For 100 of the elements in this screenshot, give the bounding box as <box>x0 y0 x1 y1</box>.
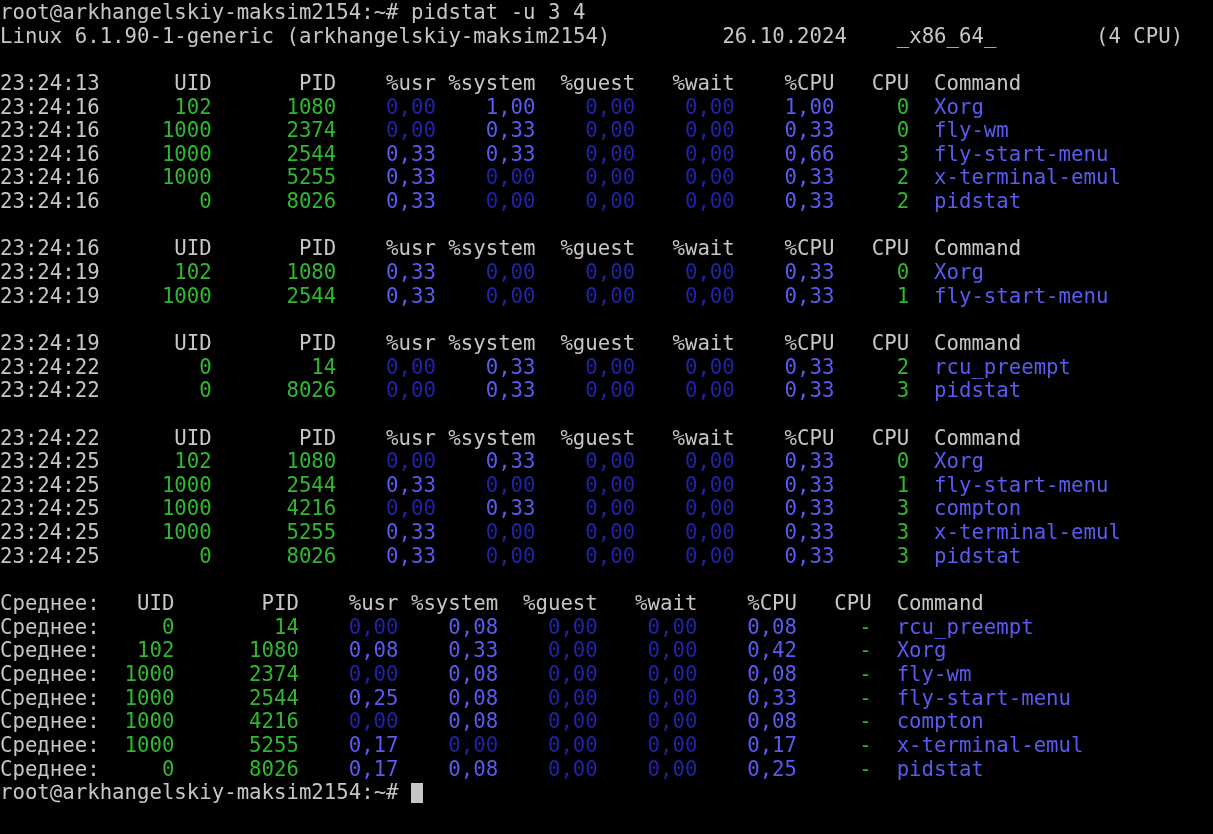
table-cell-text: 0,00 <box>546 662 598 687</box>
table-cell-text: 0,00 <box>546 639 598 663</box>
table-cell-text: 0,08 <box>447 757 499 782</box>
column-header: %system <box>447 331 536 356</box>
column-header: PID <box>260 592 299 616</box>
table-cell-text: 0,00 <box>546 615 598 640</box>
process-name: compton <box>934 497 1022 522</box>
process-name: Xorg <box>934 261 984 285</box>
column-header: %usr <box>385 426 436 451</box>
table-cell-text: 0,00 <box>646 757 698 782</box>
column-header: PID <box>297 426 337 451</box>
table-cell-text: 0,00 <box>484 261 536 285</box>
table-cell-text: 0,00 <box>484 284 536 309</box>
table-cell-text: 0,00 <box>484 544 536 569</box>
table-cell-text: 0,08 <box>746 710 797 734</box>
column-header: CPU <box>870 331 910 356</box>
table-cell-text: 0,00 <box>646 615 698 640</box>
column-header: %CPU <box>783 426 835 451</box>
table-cell-text: 0 <box>895 119 910 143</box>
table-cell-text: 1000 <box>160 497 212 522</box>
table-cell-text: 0,33 <box>783 261 835 285</box>
timestamp: 23:24:16 <box>0 142 100 167</box>
process-name: pidstat <box>934 379 1022 403</box>
table-cell-text: 0,00 <box>683 190 735 214</box>
column-header: CPU <box>870 237 910 262</box>
column-header: %wait <box>671 237 735 262</box>
table-cell-text: 0,33 <box>783 166 835 191</box>
column-header: %guest <box>559 426 636 451</box>
table-cell-text: 3 <box>895 544 910 569</box>
kernel-info: Linux 6.1.90-1-generic (arkhangelskiy-maksim2154) <box>0 24 612 49</box>
table-cell-text: 0,33 <box>783 284 835 309</box>
table-cell-text: 4216 <box>248 710 299 734</box>
timestamp: 23:24:25 <box>0 497 100 522</box>
column-header: CPU <box>870 426 910 451</box>
table-cell-text: 0,33 <box>447 639 499 663</box>
table-cell-text: 0,33 <box>385 544 436 569</box>
column-header: %usr <box>385 237 436 262</box>
shell-prompt: root@arkhangelskiy-maksim2154:~# <box>0 1 399 25</box>
timestamp: 23:24:19 <box>0 261 100 285</box>
table-cell-text: 0,00 <box>683 450 735 474</box>
table-cell-text: 0,17 <box>347 757 399 782</box>
table-cell-text: - <box>858 615 872 640</box>
column-header: %wait <box>671 426 735 451</box>
table-cell-text: 0,17 <box>347 733 399 758</box>
process-name: pidstat <box>896 757 984 782</box>
table-cell-text: 0 <box>160 615 175 640</box>
column-header: %usr <box>385 71 436 96</box>
table-cell-text: 0,17 <box>746 733 797 758</box>
process-name: fly-start-menu <box>896 686 1071 711</box>
table-cell-text: 0 <box>198 190 212 214</box>
table-cell-text: 0,66 <box>783 142 835 167</box>
table-cell-text: 1,00 <box>484 95 536 120</box>
table-cell-text: 0,00 <box>385 450 436 474</box>
table-cell-text: 0,00 <box>484 166 536 191</box>
column-header: Command <box>934 71 1022 96</box>
column-header: %system <box>409 592 499 616</box>
process-name: fly-start-menu <box>934 284 1109 309</box>
column-header: %guest <box>522 592 598 616</box>
column-header: Command <box>934 426 1022 451</box>
column-header: PID <box>297 331 337 356</box>
table-cell-text: 1000 <box>160 119 212 143</box>
table-cell-text: 0,00 <box>683 355 735 380</box>
row-label: Среднее: <box>0 733 100 758</box>
table-cell-text: 0,00 <box>683 261 735 285</box>
column-header: %system <box>447 426 536 451</box>
table-cell-text: 0,33 <box>783 497 835 522</box>
timestamp: 23:24:16 <box>0 95 100 120</box>
timestamp: 23:24:16 <box>0 166 100 191</box>
table-cell-text: 0 <box>160 757 175 782</box>
column-header: UID <box>173 426 212 451</box>
table-cell-text: 0,00 <box>584 450 636 474</box>
row-label: Среднее: <box>0 639 100 663</box>
column-header: %system <box>447 71 536 96</box>
column-header: %CPU <box>783 331 835 356</box>
timestamp: 23:24:16 <box>0 237 100 262</box>
timestamp: 23:24:25 <box>0 473 100 498</box>
table-cell-text: 8026 <box>285 190 337 214</box>
table-cell-text: - <box>858 733 872 758</box>
row-label: Среднее: <box>0 757 100 782</box>
table-cell-text: 0,00 <box>385 379 436 403</box>
table-cell-text: 0,00 <box>584 190 636 214</box>
table-cell-text: 1080 <box>248 639 299 663</box>
column-header: %guest <box>559 71 636 96</box>
table-cell-text: 0,00 <box>584 544 636 569</box>
column-header: CPU <box>870 71 910 96</box>
table-cell-text: 0,25 <box>746 757 797 782</box>
table-cell-text: 0,33 <box>385 521 436 545</box>
column-header: UID <box>173 331 212 356</box>
date-text: 26.10.2024 <box>722 24 848 49</box>
table-cell-text: 0,00 <box>584 497 636 522</box>
table-cell-text: 4216 <box>285 497 337 522</box>
table-cell-text: 0,00 <box>546 686 598 711</box>
table-cell-text: 0,33 <box>484 450 536 474</box>
process-name: fly-wm <box>934 119 1009 143</box>
table-cell-text: 14 <box>272 615 299 640</box>
table-cell-text: 0,00 <box>584 284 636 309</box>
table-cell-text: 1000 <box>123 733 175 758</box>
table-cell-text: 0,33 <box>746 686 797 711</box>
timestamp: 23:24:22 <box>0 379 100 403</box>
table-cell-text: 0,33 <box>385 142 436 167</box>
